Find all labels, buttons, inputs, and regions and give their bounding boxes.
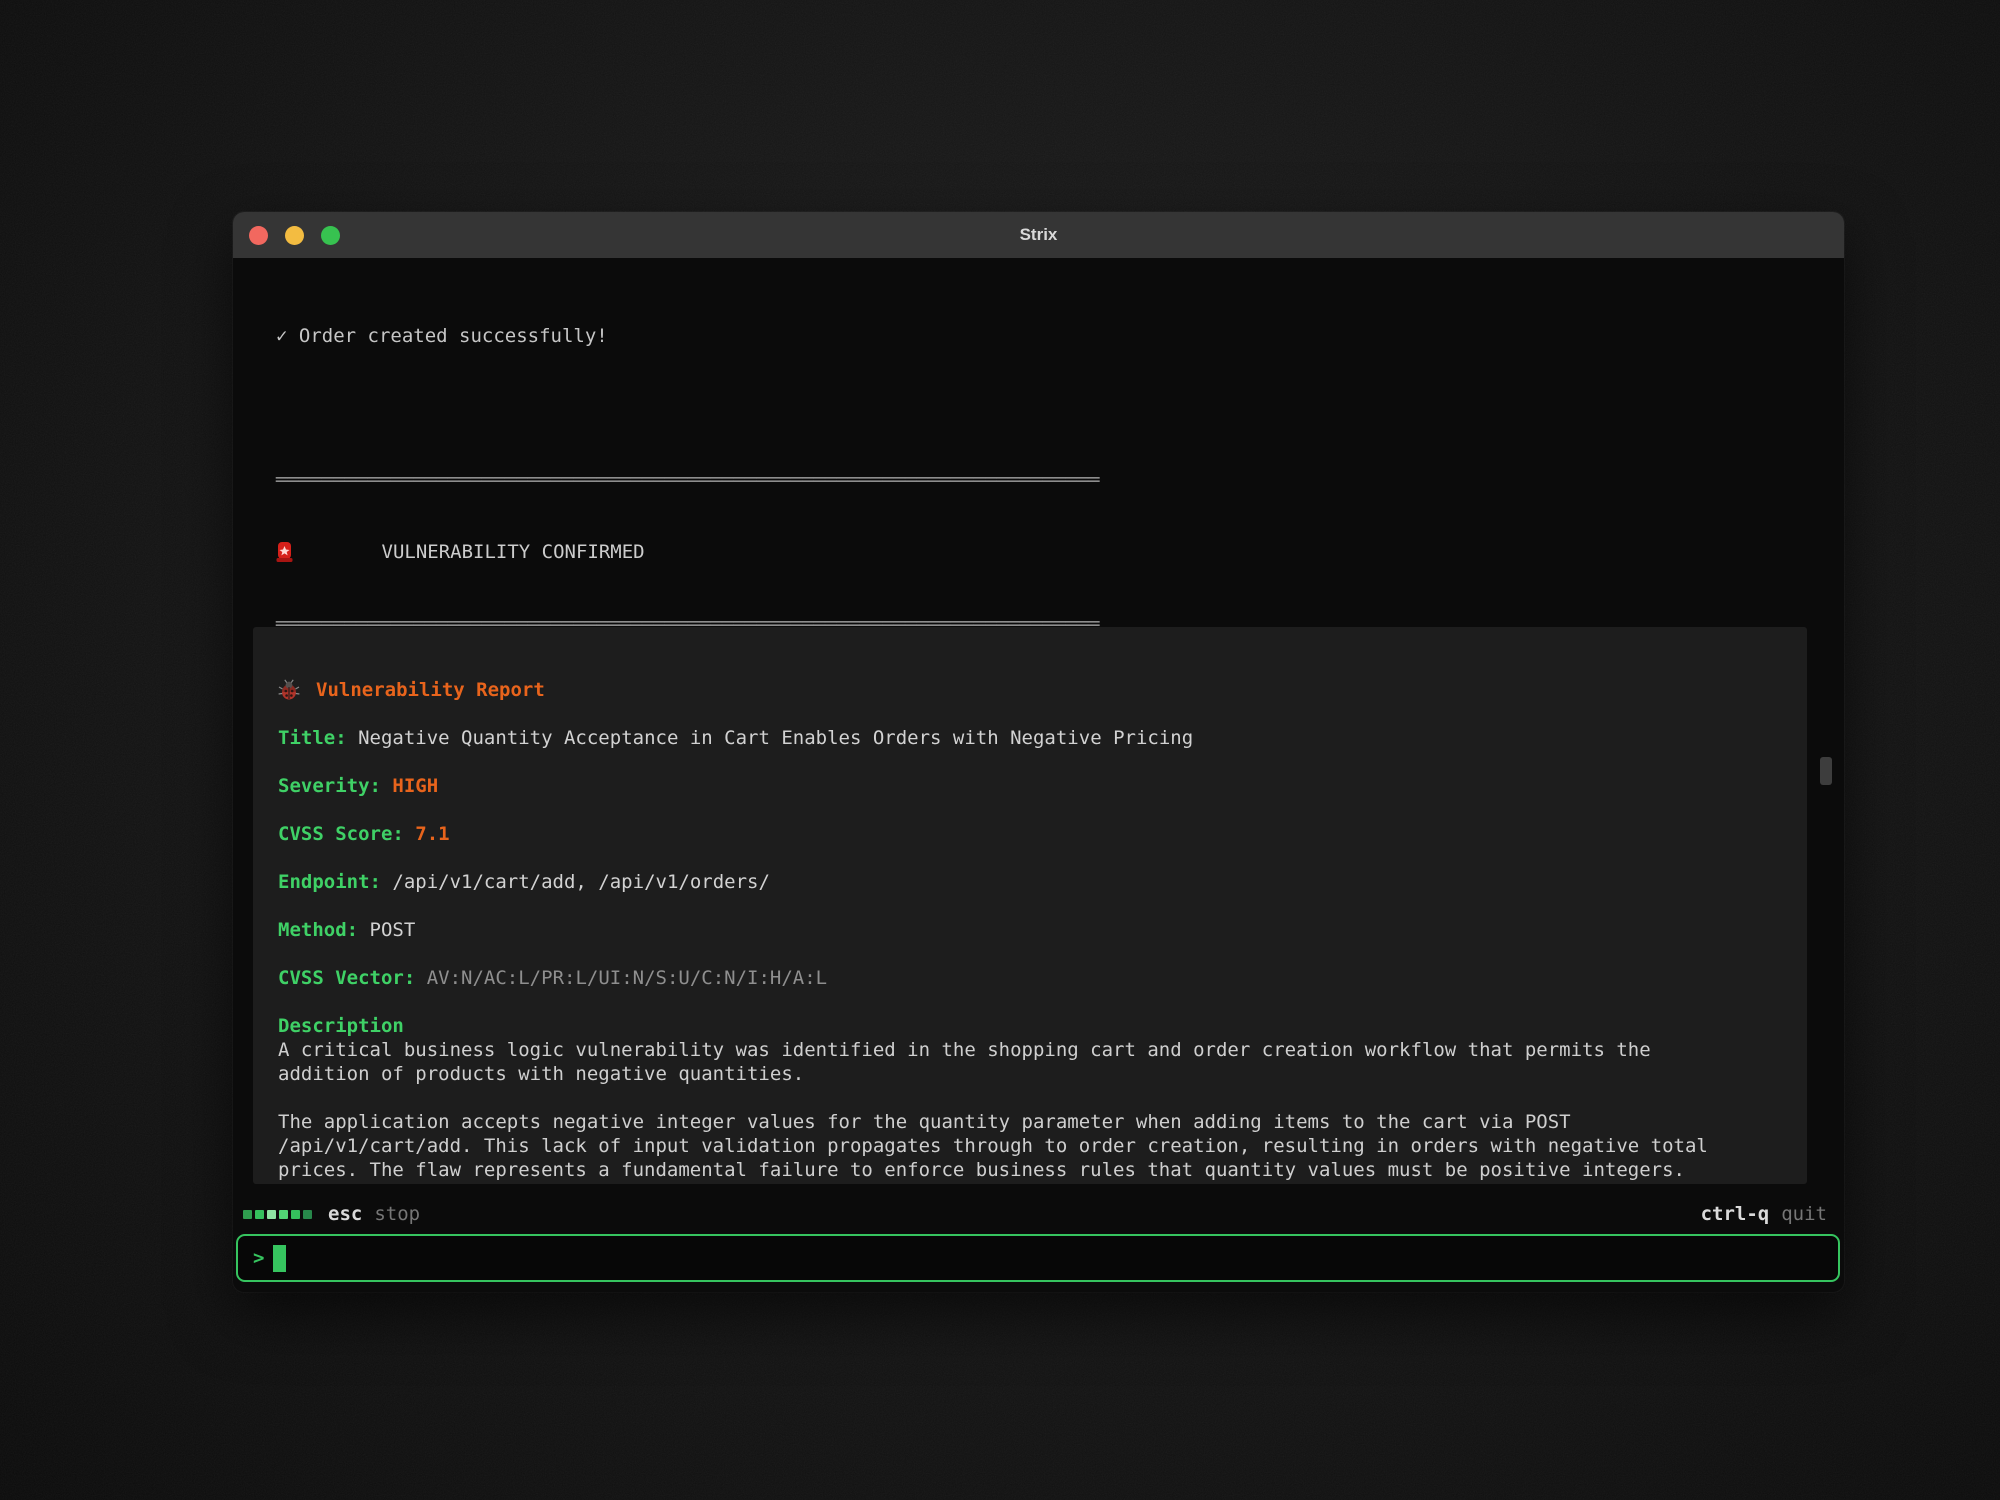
status-bar: esc stop ctrl-q quit [243, 1202, 1827, 1226]
report-field-cvss-score: CVSS Score: 7.1 [278, 822, 1782, 846]
report-field-title: Title: Negative Quantity Acceptance in C… [278, 726, 1782, 750]
stop-action-label: stop [374, 1202, 420, 1226]
report-title: Vulnerability Report [316, 678, 545, 702]
description-text: prices. The flaw represents a fundamenta… [278, 1158, 1782, 1182]
bug-icon [278, 679, 300, 701]
report-header-row: Vulnerability Report [278, 678, 1782, 702]
quit-action-label: quit [1781, 1202, 1827, 1226]
esc-key-hint: esc [328, 1202, 362, 1226]
report-field-method: Method: POST [278, 918, 1782, 942]
activity-spinner-icon [243, 1210, 312, 1219]
description-text: addition of products with negative quant… [278, 1062, 1782, 1086]
report-field-cvss-vector: CVSS Vector: AV:N/AC:L/PR:L/UI:N/S:U/C:N… [278, 966, 1782, 990]
siren-icon [276, 493, 368, 611]
title-bar: Strix [233, 212, 1844, 258]
command-input[interactable]: > [236, 1234, 1840, 1282]
separator-line: ════════════════════════════════════════… [276, 468, 1844, 492]
scrollbar-thumb[interactable] [1820, 757, 1832, 785]
app-window: Strix ✓ Order created successfully! ════… [233, 212, 1844, 1292]
window-title: Strix [233, 225, 1844, 245]
description-text: The application accepts negative integer… [278, 1110, 1782, 1134]
prompt-symbol: > [253, 1247, 264, 1269]
text-cursor [273, 1245, 286, 1272]
log-order-success: ✓ Order created successfully! [276, 324, 1844, 348]
vulnerability-report-panel[interactable]: Vulnerability Report Title: Negative Qua… [253, 627, 1807, 1184]
report-field-endpoint: Endpoint: /api/v1/cart/add, /api/v1/orde… [278, 870, 1782, 894]
vulnerability-confirmed-row: VULNERABILITY CONFIRMED [276, 540, 1844, 564]
report-field-severity: Severity: HIGH [278, 774, 1782, 798]
description-text: A critical business logic vulnerability … [278, 1038, 1782, 1062]
ctrl-q-key-hint: ctrl-q [1701, 1202, 1770, 1226]
vulnerability-confirmed-label: VULNERABILITY CONFIRMED [382, 540, 645, 564]
description-text: /api/v1/cart/add. This lack of input val… [278, 1134, 1782, 1158]
description-heading: Description [278, 1014, 1782, 1038]
